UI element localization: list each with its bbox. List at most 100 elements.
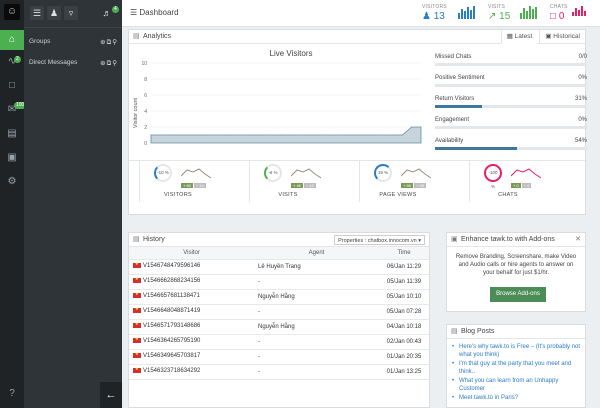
kpi-ring: -100 % [484, 164, 502, 189]
blog-post-link[interactable]: • I'm that guy at the party that you meet… [451, 360, 581, 376]
vietnam-flag-icon [133, 306, 141, 314]
visitors-stat: VISITORS ♟ 13 [422, 4, 447, 22]
chat-icon[interactable]: □ [4, 78, 20, 94]
table-row[interactable]: V1546323718634292-01/Jan 13:25 [129, 364, 429, 380]
table-row[interactable]: V1546349645703817-01/Jan 20:35 [129, 349, 429, 365]
visits-sparkbars [520, 6, 538, 20]
metric-value: 0% [578, 117, 587, 123]
metric-bar [435, 105, 587, 108]
visitors-data-point [364, 134, 366, 136]
table-row[interactable]: V1546648048871419-05/Jan 07:28 [129, 304, 429, 320]
table-row[interactable]: V1546571793148686Nguyễn Hằng04/Jan 10:18 [129, 319, 429, 335]
visitors-data-point [420, 126, 422, 128]
visitors-data-point [215, 134, 217, 136]
browse-addons-button[interactable]: Browse Add-ons [490, 287, 546, 302]
visitors-data-point [327, 134, 329, 136]
visitors-data-point [299, 134, 301, 136]
agent-cell: Lê Huyền Trang [254, 259, 379, 275]
dm-actions-icon[interactable]: ⊕⧉⚲ [100, 59, 118, 68]
visitors-data-point [392, 134, 394, 136]
addons-icon[interactable]: ▣ [4, 150, 20, 166]
visitor-cell: V1546648048871419 [129, 304, 254, 320]
blog-post-link[interactable]: • Meet tawk.to in Paris? [451, 394, 581, 402]
kpi-sparkline [181, 168, 211, 179]
column-header[interactable]: Agent [254, 247, 379, 260]
sidebar: ☰ ♟ ▿ ♬ 4 Groups ⊕⧉⚲ Direct Messages ⊕⧉⚲… [24, 0, 122, 408]
reports-icon[interactable]: ▤ [4, 126, 20, 142]
visitors-data-point [336, 134, 338, 136]
metric-label: Missed Chats [435, 54, 472, 60]
visitors-data-point [411, 126, 413, 128]
metric-item: Return Visitors 31% [435, 96, 587, 108]
metric-item: Engagement 0% [435, 117, 587, 129]
visits-stat: VISITS ↗ 15 [488, 4, 511, 22]
column-header[interactable]: Visitor [129, 247, 254, 260]
kpi-label: VISITORS [164, 192, 192, 198]
groups-row[interactable]: Groups ⊕⧉⚲ [29, 38, 118, 47]
metric-label: Engagement [435, 117, 470, 123]
user-avatar-icon[interactable]: ☺ [4, 4, 20, 20]
collapse-arrow-icon[interactable]: ← [100, 382, 122, 408]
visitors-data-point [308, 134, 310, 136]
visitors-data-point [262, 134, 264, 136]
table-row[interactable]: V1546662868234156-05/Jan 11:39 [129, 274, 429, 290]
help-icon[interactable]: ? [4, 386, 20, 402]
filter-icon[interactable]: ▿ [64, 6, 78, 20]
kpi-item: 19 % + 56 + 35 PAGE VIEWS [359, 160, 436, 202]
metric-item: Missed Chats 0/0 [435, 54, 587, 66]
activity-badge: 2 [14, 56, 21, 63]
visitor-cell: V1546349645703817 [129, 349, 254, 365]
analytics-title: Analytics [143, 33, 172, 40]
metric-item: Positive Sentiment 0% [435, 75, 587, 87]
visitor-cell: V1546364265795190 [129, 334, 254, 350]
addons-header: ▣ Enhance tawk.to with Add-ons ✕ [447, 233, 585, 247]
groups-actions-icon[interactable]: ⊕⧉⚲ [100, 38, 118, 47]
property-select[interactable]: Properties : chatbox.innocom.vn ▾ [334, 235, 425, 245]
visitor-cell: V1546323718634292 [129, 364, 254, 380]
people-icon[interactable]: ♟ [47, 6, 61, 20]
table-row[interactable]: V1546657681138471Nguyễn Hằng05/Jan 10:10 [129, 289, 429, 305]
main-area: ☰ Dashboard VISITORS ♟ 13 VISITS ↗ 15 CH… [122, 0, 600, 408]
settings-icon[interactable]: ⚙ [4, 174, 20, 190]
vietnam-flag-icon [133, 261, 141, 269]
visitors-data-point [401, 134, 403, 136]
kpi-item: -100 % + 0 + 0 CHATS [469, 160, 546, 202]
metric-value: 54% [574, 138, 587, 144]
table-row[interactable]: V1546748479596146Lê Huyền Trang06/Jan 11… [129, 259, 429, 275]
visitors-data-point [187, 134, 189, 136]
kpi-label: CHATS [498, 192, 518, 198]
metric-bar [435, 126, 587, 129]
close-icon[interactable]: ✕ [575, 233, 581, 247]
column-header[interactable]: Time [379, 247, 429, 260]
kpi-chip: + 0 [511, 183, 521, 188]
vietnam-flag-icon [133, 336, 141, 344]
puzzle-icon: ▣ [451, 236, 458, 243]
live-visitors-chart: Live Visitors Visitor count 0 2 4 6 8 10 [133, 49, 422, 147]
direct-messages-row[interactable]: Direct Messages ⊕⧉⚲ [29, 59, 118, 68]
kpi-ring: 19 % [374, 164, 392, 182]
table-row[interactable]: V1546364265795190-02/Jan 00:43 [129, 334, 429, 350]
layers-icon[interactable]: ☰ [30, 6, 44, 20]
visitors-data-point [346, 134, 347, 136]
time-cell: 04/Jan 10:18 [379, 319, 429, 335]
blog-post-link[interactable]: • What you can learn from an Unhappy Cust… [451, 377, 581, 393]
visitors-data-point [318, 134, 319, 136]
y-axis-label: Visitor count [133, 97, 139, 128]
tab-latest[interactable]: ▦ Latest [500, 30, 538, 44]
time-cell: 05/Jan 11:39 [379, 274, 429, 290]
groups-label: Groups [29, 38, 51, 45]
visitors-data-point [253, 134, 254, 136]
history-title: History [143, 236, 165, 243]
tab-historical[interactable]: ▣ Historical [539, 30, 585, 44]
agent-cell: - [254, 349, 379, 365]
addons-title: Enhance tawk.to with Add-ons [461, 236, 555, 243]
visitors-data-point [178, 134, 180, 136]
addons-panel: ▣ Enhance tawk.to with Add-ons ✕ Remove … [446, 232, 586, 312]
chats-stat: CHATS □ 0 [550, 4, 568, 22]
time-cell: 01/Jan 20:35 [379, 349, 429, 365]
blog-post-link[interactable]: • Here's why tawk.to is Free – (It's prob… [451, 343, 581, 359]
home-icon[interactable]: ⌂ [0, 30, 24, 50]
time-cell: 02/Jan 00:43 [379, 334, 429, 350]
visitor-cell: V1546571793148686 [129, 319, 254, 335]
visitors-data-point [374, 134, 375, 136]
